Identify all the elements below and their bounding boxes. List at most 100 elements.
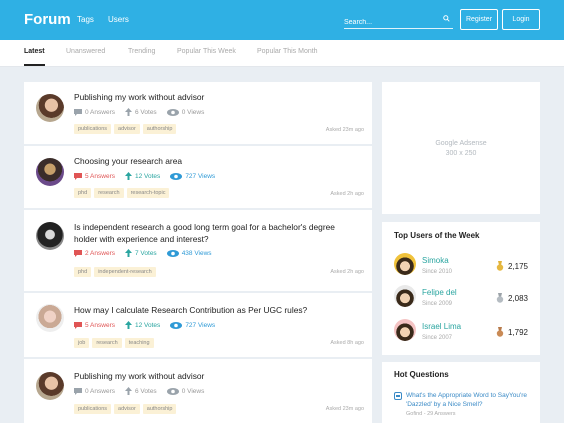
user-since: Since 2010 xyxy=(422,269,453,275)
tag-list: job research teaching xyxy=(74,338,154,348)
answer-icon xyxy=(74,321,82,329)
tab-latest[interactable]: Latest xyxy=(24,48,45,66)
question-title[interactable]: Choosing your research area xyxy=(74,155,354,167)
question-title[interactable]: Publishing my work without advisor xyxy=(74,370,354,382)
user-score: 2,083 xyxy=(496,293,528,303)
gold-medal-icon xyxy=(496,261,504,271)
brand-logo[interactable]: Forum xyxy=(24,11,71,28)
user-score: 1,792 xyxy=(496,327,528,337)
tag[interactable]: job xyxy=(74,338,90,348)
tag-list: publications advisor authorship xyxy=(74,124,177,134)
eye-icon xyxy=(170,321,183,329)
ad-label: Google Adsense xyxy=(435,140,487,147)
question-title[interactable]: How may I calculate Research Contributio… xyxy=(74,304,354,316)
question-stats: 5 Answers 12 Votes 727 Views xyxy=(74,321,221,329)
user-row[interactable]: Simoka Since 2010 2,175 xyxy=(394,253,528,281)
answer-icon xyxy=(74,249,82,257)
tag[interactable]: authorship xyxy=(142,404,177,414)
tag[interactable]: publications xyxy=(74,404,112,414)
user-since: Since 2007 xyxy=(422,335,453,341)
question-stats: 5 Answers 12 Votes 727 Views xyxy=(74,172,221,180)
avatar[interactable] xyxy=(36,94,64,122)
silver-medal-icon xyxy=(496,293,504,303)
arrow-up-icon[interactable] xyxy=(125,249,132,257)
eye-icon xyxy=(166,249,179,257)
tag[interactable]: authorship xyxy=(142,124,177,134)
user-row[interactable]: Felipe del Since 2009 2,083 xyxy=(394,285,528,313)
stack-icon xyxy=(394,392,402,400)
register-button[interactable]: Register xyxy=(460,9,498,30)
answers-count: 0 Answers xyxy=(74,387,115,395)
tag[interactable]: publications xyxy=(74,124,112,134)
arrow-up-icon[interactable] xyxy=(125,387,132,395)
answers-count: 0 Answers xyxy=(74,108,115,116)
bronze-medal-icon xyxy=(496,327,504,337)
arrow-up-icon[interactable] xyxy=(125,108,132,116)
top-users-panel: Top Users of the Week Simoka Since 2010 … xyxy=(382,222,540,355)
tag[interactable]: research-topic xyxy=(126,188,170,198)
question-card: Choosing your research area 5 Answers 12… xyxy=(24,146,372,208)
avatar[interactable] xyxy=(36,372,64,400)
tag[interactable]: research xyxy=(92,338,122,348)
arrow-up-icon[interactable] xyxy=(125,172,132,180)
votes-count: 6 Votes xyxy=(125,108,157,116)
tag[interactable]: research xyxy=(94,188,124,198)
avatar[interactable] xyxy=(36,158,64,186)
user-since: Since 2009 xyxy=(422,301,453,307)
login-button[interactable]: Login xyxy=(502,9,540,30)
ad-panel: Google Adsense 300 x 250 xyxy=(382,82,540,214)
tag[interactable]: independent-research xyxy=(94,267,156,277)
tab-popular-month[interactable]: Popular This Month xyxy=(257,48,318,55)
views-count: 727 Views xyxy=(170,172,215,180)
user-row[interactable]: Israel Lima Since 2007 1,792 xyxy=(394,319,528,347)
tab-bar: Latest Unanswered Trending Popular This … xyxy=(0,40,564,67)
user-name[interactable]: Simoka xyxy=(422,256,449,265)
question-title[interactable]: Is independent research a good long term… xyxy=(74,221,354,245)
question-stats: 0 Answers 6 Votes 0 Views xyxy=(74,108,210,116)
avatar[interactable] xyxy=(394,319,416,341)
user-name[interactable]: Felipe del xyxy=(422,288,457,297)
tab-unanswered[interactable]: Unanswered xyxy=(66,48,105,55)
tag[interactable]: advisor xyxy=(114,404,140,414)
hot-question-link[interactable]: What's the Appropriate Word to SayYou're… xyxy=(406,391,532,409)
search-input[interactable] xyxy=(344,14,434,31)
hot-questions-title: Hot Questions xyxy=(394,370,449,379)
question-card: Publishing my work without advisor 0 Ans… xyxy=(24,82,372,144)
votes-count: 6 Votes xyxy=(125,387,157,395)
question-stats: 0 Answers 6 Votes 0 Views xyxy=(74,387,210,395)
question-title[interactable]: Publishing my work without advisor xyxy=(74,91,354,103)
tag[interactable]: teaching xyxy=(124,338,154,348)
avatar[interactable] xyxy=(36,304,64,332)
avatar[interactable] xyxy=(36,222,64,250)
answers-count: 5 Answers xyxy=(74,172,115,180)
arrow-up-icon[interactable] xyxy=(125,321,132,329)
avatar[interactable] xyxy=(394,253,416,275)
hot-question-meta: Gofind - 29 Answers xyxy=(406,411,456,417)
avatar[interactable] xyxy=(394,285,416,307)
search-box xyxy=(344,11,453,31)
votes-count: 12 Votes xyxy=(125,172,160,180)
views-count: 0 Views xyxy=(166,387,204,395)
eye-icon xyxy=(166,387,179,395)
tab-trending[interactable]: Trending xyxy=(128,48,155,55)
top-users-title: Top Users of the Week xyxy=(394,231,480,240)
tag[interactable]: phd xyxy=(74,267,92,277)
answer-icon xyxy=(74,108,82,116)
votes-count: 12 Votes xyxy=(125,321,160,329)
tag[interactable]: advisor xyxy=(114,124,140,134)
votes-count: 7 Votes xyxy=(125,249,157,257)
tag-list: phd research research-topic xyxy=(74,188,170,198)
question-card: Publishing my work without advisor 0 Ans… xyxy=(24,359,372,423)
ad-size: 300 x 250 xyxy=(445,150,477,157)
search-icon[interactable] xyxy=(443,15,450,22)
nav-tags[interactable]: Tags xyxy=(77,15,94,24)
tab-popular-week[interactable]: Popular This Week xyxy=(177,48,236,55)
nav-users[interactable]: Users xyxy=(108,15,129,24)
user-name[interactable]: Israel Lima xyxy=(422,322,461,331)
hot-questions-panel: Hot Questions What's the Appropriate Wor… xyxy=(382,362,540,423)
tag-list: publications advisor authorship xyxy=(74,404,177,414)
tag[interactable]: phd xyxy=(74,188,92,198)
asked-time: Asked 23m ago xyxy=(325,127,364,133)
answer-icon xyxy=(74,172,82,180)
user-score: 2,175 xyxy=(496,261,528,271)
